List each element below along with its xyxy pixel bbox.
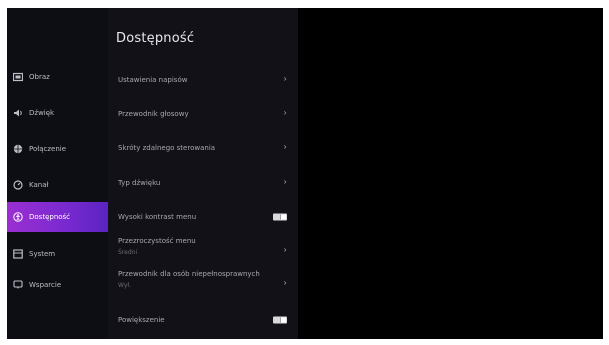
picture-icon [13,72,23,82]
nav-item-label: Obraz [29,73,50,81]
nav-item-wsparcie[interactable]: Wsparcie [7,272,108,298]
chevron-right-icon: › [283,108,287,119]
menu-item-value: Wył. [118,282,131,289]
menu-item-disability-guide[interactable]: Przewodnik dla osób niepełnosprawnych Wy… [108,270,298,298]
menu-item-label: Typ dźwięku [118,179,161,187]
high-contrast-toggle[interactable] [273,213,287,221]
menu-item-label: Ustawienia napisów [118,76,188,84]
speaker-icon [13,108,23,118]
menu-item-voice-guide[interactable]: Przewodnik głosowy › [108,106,298,122]
nav-item-label: Dostępność [29,213,71,221]
menu-item-value: Średni [118,249,138,256]
nav-item-kanal[interactable]: Kanał [7,172,108,198]
support-icon [13,280,23,290]
globe-icon [13,144,23,154]
chevron-right-icon: › [283,278,287,289]
nav-item-label: Kanał [29,181,49,189]
nav-item-obraz[interactable]: Obraz [7,64,108,90]
nav-item-label: System [29,250,56,258]
menu-item-label: Przezroczystość menu [118,237,196,245]
tv-screen: Obraz Dźwięk Połączenie Kanał Dostępność [7,8,603,339]
menu-item-magnifier[interactable]: Powiększenie [108,312,298,328]
menu-item-label: Powiększenie [118,316,165,324]
chevron-right-icon: › [283,177,287,188]
preview-area [298,8,603,339]
menu-item-label: Przewodnik dla osób niepełnosprawnych [118,270,260,278]
channel-icon [13,180,23,190]
menu-item-menu-transparency[interactable]: Przezroczystość menu Średni › [108,237,298,265]
nav-item-polaczenie[interactable]: Połączenie [7,136,108,162]
magnifier-toggle[interactable] [273,316,287,324]
menu-item-label: Skróty zdalnego sterowania [118,144,216,152]
settings-category-sidebar: Obraz Dźwięk Połączenie Kanał Dostępność [7,8,108,339]
menu-item-audio-type[interactable]: Typ dźwięku › [108,175,298,191]
nav-item-label: Połączenie [29,145,67,153]
nav-item-system[interactable]: System [7,241,108,267]
nav-item-label: Dźwięk [29,109,55,117]
nav-item-label: Wsparcie [29,281,62,289]
panel-title: Dostępność [116,31,195,46]
nav-item-dostepnosc[interactable]: Dostępność [7,202,108,232]
menu-item-remote-shortcuts[interactable]: Skróty zdalnego sterowania › [108,140,298,156]
menu-item-high-contrast[interactable]: Wysoki kontrast menu [108,209,298,225]
accessibility-icon [13,212,23,222]
accessibility-settings-panel: Dostępność Ustawienia napisów › Przewodn… [108,8,298,339]
chevron-right-icon: › [283,245,287,256]
system-icon [13,249,23,259]
chevron-right-icon: › [283,142,287,153]
menu-item-subtitle-settings[interactable]: Ustawienia napisów › [108,72,298,88]
nav-item-dzwiek[interactable]: Dźwięk [7,100,108,126]
menu-item-label: Przewodnik głosowy [118,110,189,118]
chevron-right-icon: › [283,74,287,85]
menu-item-label: Wysoki kontrast menu [118,213,197,221]
